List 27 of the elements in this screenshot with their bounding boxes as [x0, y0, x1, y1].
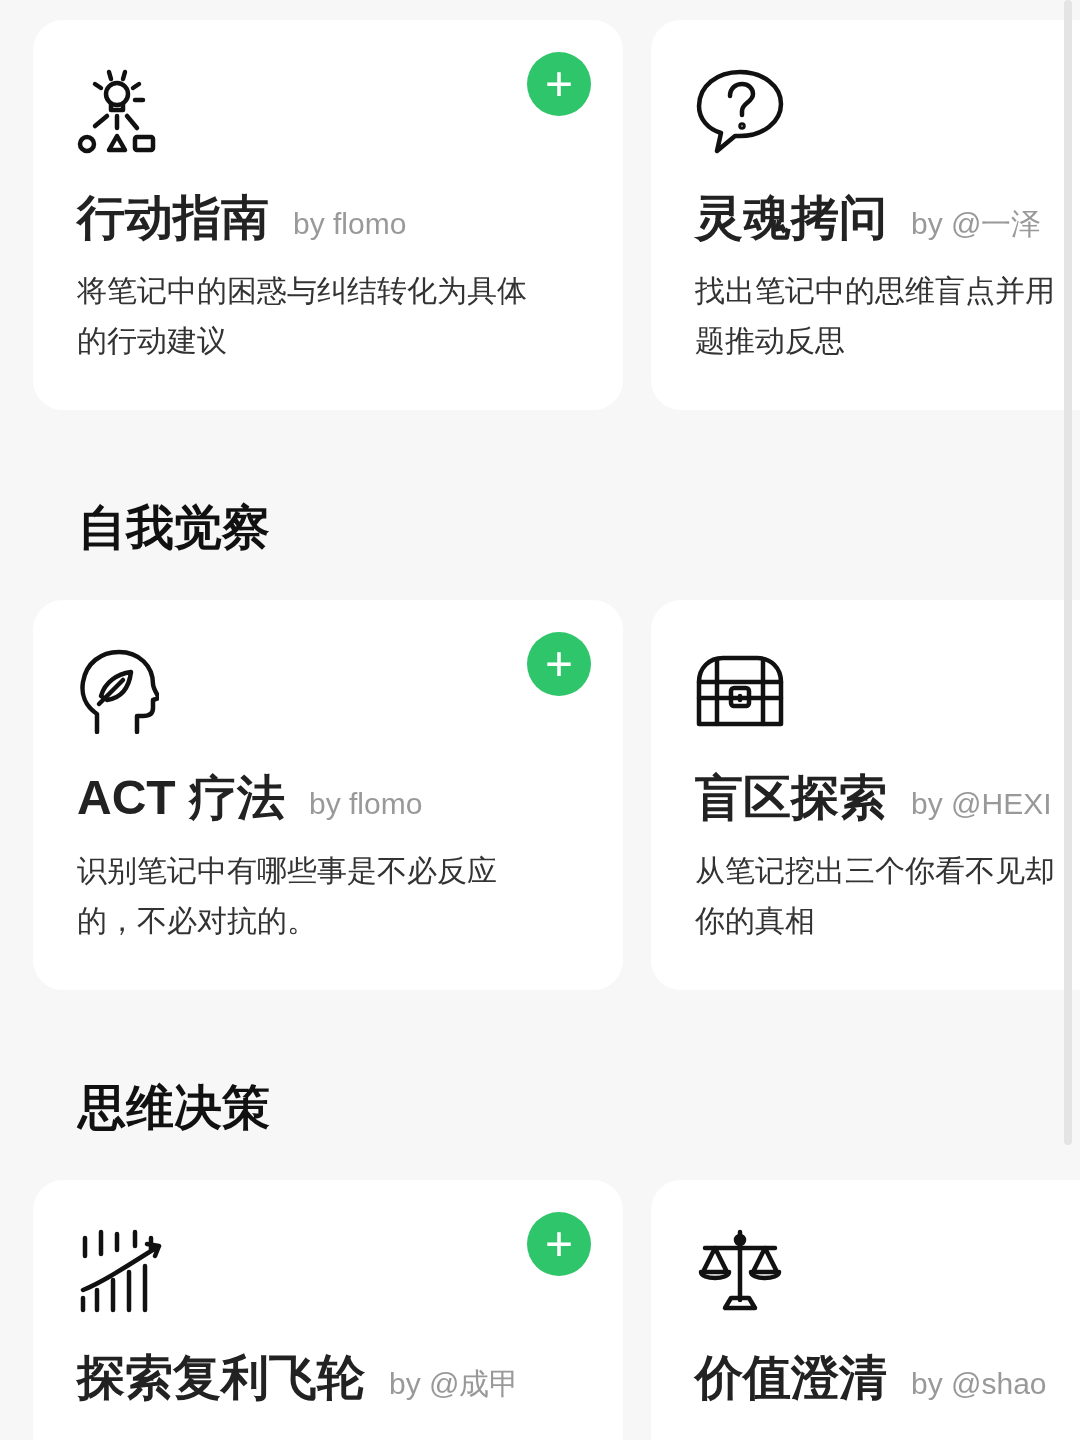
- card-description: 识别笔记中有哪些事是不必反应 的，不必对抗的。: [77, 853, 498, 939]
- author-label: by @HEXI: [911, 786, 1052, 822]
- author-label: by @一泽: [911, 206, 1042, 242]
- author-label: by @shao: [911, 1366, 1047, 1402]
- treasure-chest-icon: [695, 654, 785, 728]
- card-title: 盲区探索: [695, 770, 887, 826]
- card-title: 价值澄清: [695, 1350, 887, 1406]
- card-title: 探索复利飞轮: [77, 1350, 365, 1406]
- author-label: by flomo: [293, 206, 407, 242]
- card[interactable]: 盲区探索 by @HEXI 从笔记挖出三个你看不见却 你的真相: [651, 600, 1080, 990]
- card-description: 将笔记中的困惑与纠结转化为具体 的行动建议: [77, 273, 528, 359]
- author-label: by @成甲: [389, 1366, 520, 1402]
- card[interactable]: + ACT 疗法 by flomo 识别笔记中有哪些事是不必反应 的，不必对抗的。: [33, 600, 623, 990]
- card-title: ACT 疗法: [77, 770, 285, 826]
- card-description: 从笔记挖出三个你看不见却 你的真相: [695, 853, 1056, 939]
- card[interactable]: + 行动指南 by flomo 将笔记中的困惑与纠结转化为具体 的行动建议: [33, 20, 623, 410]
- card[interactable]: 价值澄清 by @shao: [651, 1180, 1080, 1440]
- card[interactable]: 灵魂拷问 by @一泽 找出笔记中的思维盲点并用 题推动反思: [651, 20, 1080, 410]
- author-label: by flomo: [309, 786, 423, 822]
- section-heading: 自我觉察: [77, 500, 271, 556]
- card[interactable]: + 探索复利飞轮 by @成甲: [33, 1180, 623, 1440]
- scrollbar[interactable]: [1064, 0, 1072, 1145]
- head-leaf-icon: [77, 648, 159, 734]
- card-description: 找出笔记中的思维盲点并用 题推动反思: [695, 273, 1056, 359]
- card-title: 灵魂拷问: [695, 190, 887, 246]
- card-title: 行动指南: [77, 190, 269, 246]
- section-heading: 思维决策: [76, 1080, 271, 1136]
